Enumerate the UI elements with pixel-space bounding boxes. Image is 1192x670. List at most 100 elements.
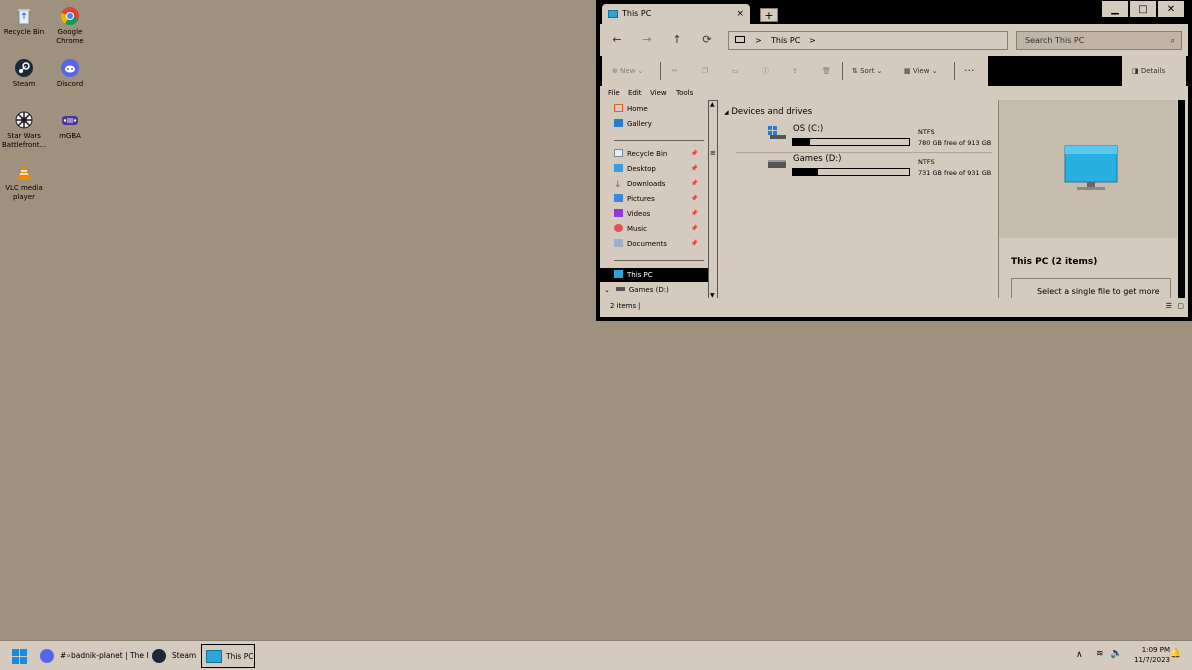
preview-area — [999, 100, 1177, 238]
details-hint: Select a single file to get more — [1037, 287, 1160, 296]
sidebar-item-music[interactable]: Music 📌 — [614, 222, 706, 236]
drive-icon — [615, 287, 625, 291]
share-icon[interactable]: ⇪ — [792, 56, 798, 86]
details-pane: This PC (2 items) Select a single file t… — [998, 100, 1185, 300]
desktop-icon-mgba[interactable]: mGBA — [48, 110, 92, 141]
details-button[interactable]: ◨ Details — [1132, 56, 1165, 86]
start-button[interactable] — [12, 649, 28, 665]
drive-divider — [736, 152, 992, 153]
pin-icon: 📌 — [690, 195, 698, 202]
drive-c[interactable]: OS (C:) NTFS 780 GB free of 913 GB — [762, 124, 992, 150]
command-bar: ⊕ New ⌄ ✂ ❐ ▭ Ⓘ ⇪ 🗑 ⇅ Sort ⌄ ▦ View ⌄ ··… — [600, 56, 1188, 86]
tab-this-pc[interactable]: This PC × — [602, 4, 750, 24]
back-button[interactable]: ← — [608, 32, 626, 48]
copy-icon[interactable]: ❐ — [702, 56, 708, 86]
windows-logo-icon — [12, 649, 27, 664]
drive-usage-fill — [793, 169, 818, 175]
clock[interactable]: 1:09 PM 11/7/2023 — [1126, 645, 1170, 665]
new-button[interactable]: ⊕ New ⌄ — [612, 56, 643, 86]
sidebar-item-videos[interactable]: Videos 📌 — [614, 207, 706, 221]
desktop-icon-vlc[interactable]: VLC media player — [2, 162, 46, 202]
tab-close-button[interactable]: × — [736, 4, 744, 24]
details-scrollbar[interactable] — [1178, 100, 1185, 300]
paste-icon[interactable]: ▭ — [732, 56, 739, 86]
maximize-button[interactable]: □ — [1129, 0, 1157, 18]
search-box[interactable]: Search This PC ⌕ — [1016, 31, 1182, 50]
sort-button[interactable]: ⇅ Sort ⌄ — [852, 56, 883, 86]
up-button[interactable]: ↑ — [668, 32, 686, 48]
sidebar-item-downloads[interactable]: ↓ Downloads 📌 — [614, 177, 706, 191]
address-location[interactable]: This PC — [771, 32, 800, 49]
monitor-icon — [206, 650, 222, 663]
sidebar-item-desktop[interactable]: Desktop 📌 — [614, 162, 706, 176]
details-hint-box: Select a single file to get more — [1011, 278, 1171, 300]
desktop-icon-label: Steam — [12, 80, 36, 88]
refresh-button[interactable]: ⟳ — [698, 32, 716, 48]
taskbar-steam[interactable]: Steam — [148, 644, 196, 668]
minimize-button[interactable]: ▁ — [1101, 0, 1129, 18]
more-options-button[interactable]: ··· — [964, 56, 975, 86]
desktop-icon-discord[interactable]: Discord — [48, 58, 92, 89]
home-icon — [614, 104, 623, 112]
drive-free-space: 780 GB free of 913 GB — [918, 139, 992, 147]
taskbar: #∘badnik-planet | The I Steam This PC ∧ … — [0, 640, 1192, 670]
nav-divider — [614, 140, 704, 141]
rename-icon[interactable]: Ⓘ — [762, 56, 769, 86]
sidebar-item-home[interactable]: Home — [614, 102, 648, 116]
drive-name: OS (C:) — [793, 124, 824, 134]
sidebar-item-recycle-bin[interactable]: Recycle Bin 📌 — [614, 147, 706, 161]
sidebar-item-pictures[interactable]: Pictures 📌 — [614, 192, 706, 206]
computer-icon — [735, 36, 745, 43]
pin-icon: 📌 — [690, 180, 698, 187]
menu-edit[interactable]: Edit — [628, 89, 642, 97]
delete-icon[interactable]: 🗑 — [822, 56, 831, 86]
section-devices-and-drives[interactable]: ◢ Devices and drives — [724, 107, 812, 117]
item-count: 2 items — [610, 302, 637, 310]
desktop-icon-chrome[interactable]: Google Chrome — [48, 6, 92, 46]
pin-icon: 📌 — [690, 240, 698, 247]
taskbar-discord[interactable]: #∘badnik-planet | The I — [38, 644, 149, 668]
taskbar-this-pc[interactable]: This PC — [201, 644, 255, 668]
discord-icon — [60, 58, 80, 78]
pictures-icon — [614, 194, 623, 202]
cut-icon[interactable]: ✂ — [672, 56, 678, 86]
menu-file[interactable]: File — [608, 89, 620, 97]
gallery-icon — [614, 119, 623, 127]
scroll-up-icon: ▲ — [710, 101, 715, 108]
chevron-up-icon[interactable]: ∧ — [1076, 650, 1083, 660]
drive-usage-bar — [792, 138, 910, 146]
address-trail[interactable]: > — [809, 32, 816, 49]
forward-button[interactable]: → — [638, 32, 656, 48]
recycle-bin-icon — [614, 149, 623, 157]
scroll-thumb-icon: ≡ — [710, 149, 716, 157]
sidebar-item-this-pc[interactable]: This PC — [600, 268, 708, 282]
address-bar[interactable]: > This PC > — [728, 31, 1008, 50]
explorer-window: This PC × + ▁ □ ✕ ← → ↑ ⟳ > This PC > Se… — [596, 0, 1192, 321]
drive-d[interactable]: Games (D:) NTFS 731 GB free of 931 GB — [762, 154, 992, 180]
wifi-icon[interactable]: ≋ — [1096, 649, 1104, 659]
details-title: This PC (2 items) — [1011, 257, 1098, 267]
menu-view[interactable]: View — [650, 89, 667, 97]
sidebar-item-gallery[interactable]: Gallery — [614, 117, 652, 131]
view-button[interactable]: ▦ View ⌄ — [904, 56, 938, 86]
navigation-pane: Home Gallery Recycle Bin 📌 Desktop 📌 ↓ Down… — [600, 98, 716, 296]
drive-name: Games (D:) — [793, 154, 842, 164]
sidebar-item-documents[interactable]: Documents 📌 — [614, 237, 706, 251]
notification-bell-icon[interactable]: 🔔 — [1170, 649, 1181, 659]
desktop-icon-star-wars[interactable]: Star Wars Battlefront... — [2, 110, 46, 150]
sidebar-item-games-drive[interactable]: ⌄ Games (D:) — [604, 283, 669, 297]
desktop-icon-label: Star Wars Battlefront... — [2, 132, 47, 149]
volume-icon[interactable]: 🔈 — [1110, 648, 1122, 659]
documents-icon — [614, 239, 623, 247]
pin-icon: 📌 — [690, 225, 698, 232]
menu-tools[interactable]: Tools — [676, 89, 693, 97]
chevron-down-icon: ⌄ — [604, 286, 610, 294]
monitor-icon — [1064, 145, 1118, 190]
close-button[interactable]: ✕ — [1157, 0, 1185, 18]
nav-scrollbar[interactable]: ▲ ≡ ▼ — [708, 100, 718, 300]
new-tab-button[interactable]: + — [760, 8, 778, 22]
details-view-icon[interactable]: ☰ — [1166, 298, 1172, 315]
desktop-icon-steam[interactable]: Steam — [2, 58, 46, 89]
desktop-icon-recycle-bin[interactable]: Recycle Bin — [2, 6, 46, 37]
tiles-view-icon[interactable]: ▢ — [1177, 298, 1184, 315]
